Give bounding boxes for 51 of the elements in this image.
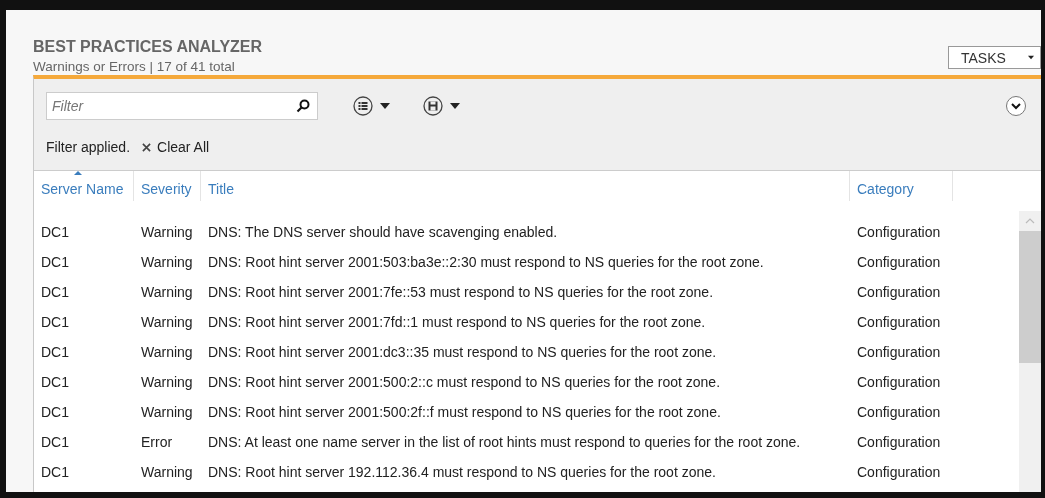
table-cell-text: Warning xyxy=(140,314,194,330)
table-cell-text: Warning xyxy=(140,254,194,270)
clear-all-button[interactable]: Clear All xyxy=(142,139,210,155)
table-cell-text: DC1 xyxy=(40,464,70,480)
table-cell-text: DC1 xyxy=(40,434,70,450)
table-cell-text: Warning xyxy=(140,284,194,300)
table-cell-text: Warning xyxy=(140,464,194,480)
table-cell-text: Configuration xyxy=(856,254,942,270)
tasks-button[interactable]: TASKS xyxy=(948,46,1041,69)
table-cell-text: DC1 xyxy=(40,314,70,330)
table-cell-text: DNS: Root hint server 2001:503:ba3e::2:30 must respond to NS queries for the root zone. xyxy=(207,254,765,270)
table-cell-text: DNS: Root hint server 2001:500:2::c must respond to NS queries for the root zone. xyxy=(207,374,722,390)
scrollbar-thumb[interactable] xyxy=(1019,231,1041,363)
table-cell-text: DC1 xyxy=(40,224,70,240)
table-cell-text: DNS: Root hint server 2001:500:2f::f must respond to NS queries for the root zone. xyxy=(207,404,722,420)
filter-field[interactable]: Filter xyxy=(46,92,318,120)
table-cell-text: Configuration xyxy=(856,374,942,390)
close-icon xyxy=(142,142,152,152)
section-subtitle: Warnings or Errors | 17 of 41 total xyxy=(33,59,236,74)
table-cell-text: DC1 xyxy=(40,254,70,270)
table-cell-text: DNS: At least one name server in the list of root hints must respond to queries for the root zone. xyxy=(207,434,802,450)
table-cell-text: Configuration xyxy=(856,404,942,420)
table-cell-text: Configuration xyxy=(856,314,942,330)
table-cell-text: Configuration xyxy=(856,434,942,450)
table-cell-text: DNS: Root hint server 192.112.36.4 must respond to NS queries for the root zone. xyxy=(207,464,717,480)
table-cell-text: DC1 xyxy=(40,344,70,360)
table-cell-text: Warning xyxy=(140,404,194,420)
table-cell-text: DNS: The DNS server should have scavenging enabled. xyxy=(207,224,559,240)
search-icon xyxy=(296,99,310,113)
table-cell-text: DNS: Root hint server 2001:7fe::53 must respond to NS queries for the root zone. xyxy=(207,284,715,300)
table-cell-text: DC1 xyxy=(40,284,70,300)
table-cell-text: Warning xyxy=(140,224,194,240)
table-cell-text: Configuration xyxy=(856,464,942,480)
save-query-button[interactable] xyxy=(422,95,462,117)
table-cell-text: Configuration xyxy=(856,224,942,240)
table-cell-text: DC1 xyxy=(40,374,70,390)
list-options-button[interactable] xyxy=(352,95,392,117)
table-cell-text: DC1 xyxy=(40,404,70,420)
table-cell-text: DNS: Root hint server 2001:dc3::35 must respond to NS queries for the root zone. xyxy=(207,344,718,360)
table-cell-text: Error xyxy=(140,434,174,450)
table-cell-text: Configuration xyxy=(856,284,942,300)
table-cell-text: Configuration xyxy=(856,344,942,360)
section-title: BEST PRACTICES ANALYZER xyxy=(33,38,263,56)
caret-icon xyxy=(1027,54,1034,61)
filter-status: Filter applied. xyxy=(46,139,131,155)
table-cell-text: Warning xyxy=(140,344,194,360)
expand-button[interactable] xyxy=(1005,95,1027,117)
scroll-up-icon xyxy=(1025,218,1035,224)
scrollbar[interactable] xyxy=(1019,211,1041,492)
table-cell-text: DNS: Root hint server 2001:7fd::1 must respond to NS queries for the root zone. xyxy=(207,314,707,330)
table-cell-text: Warning xyxy=(140,374,194,390)
